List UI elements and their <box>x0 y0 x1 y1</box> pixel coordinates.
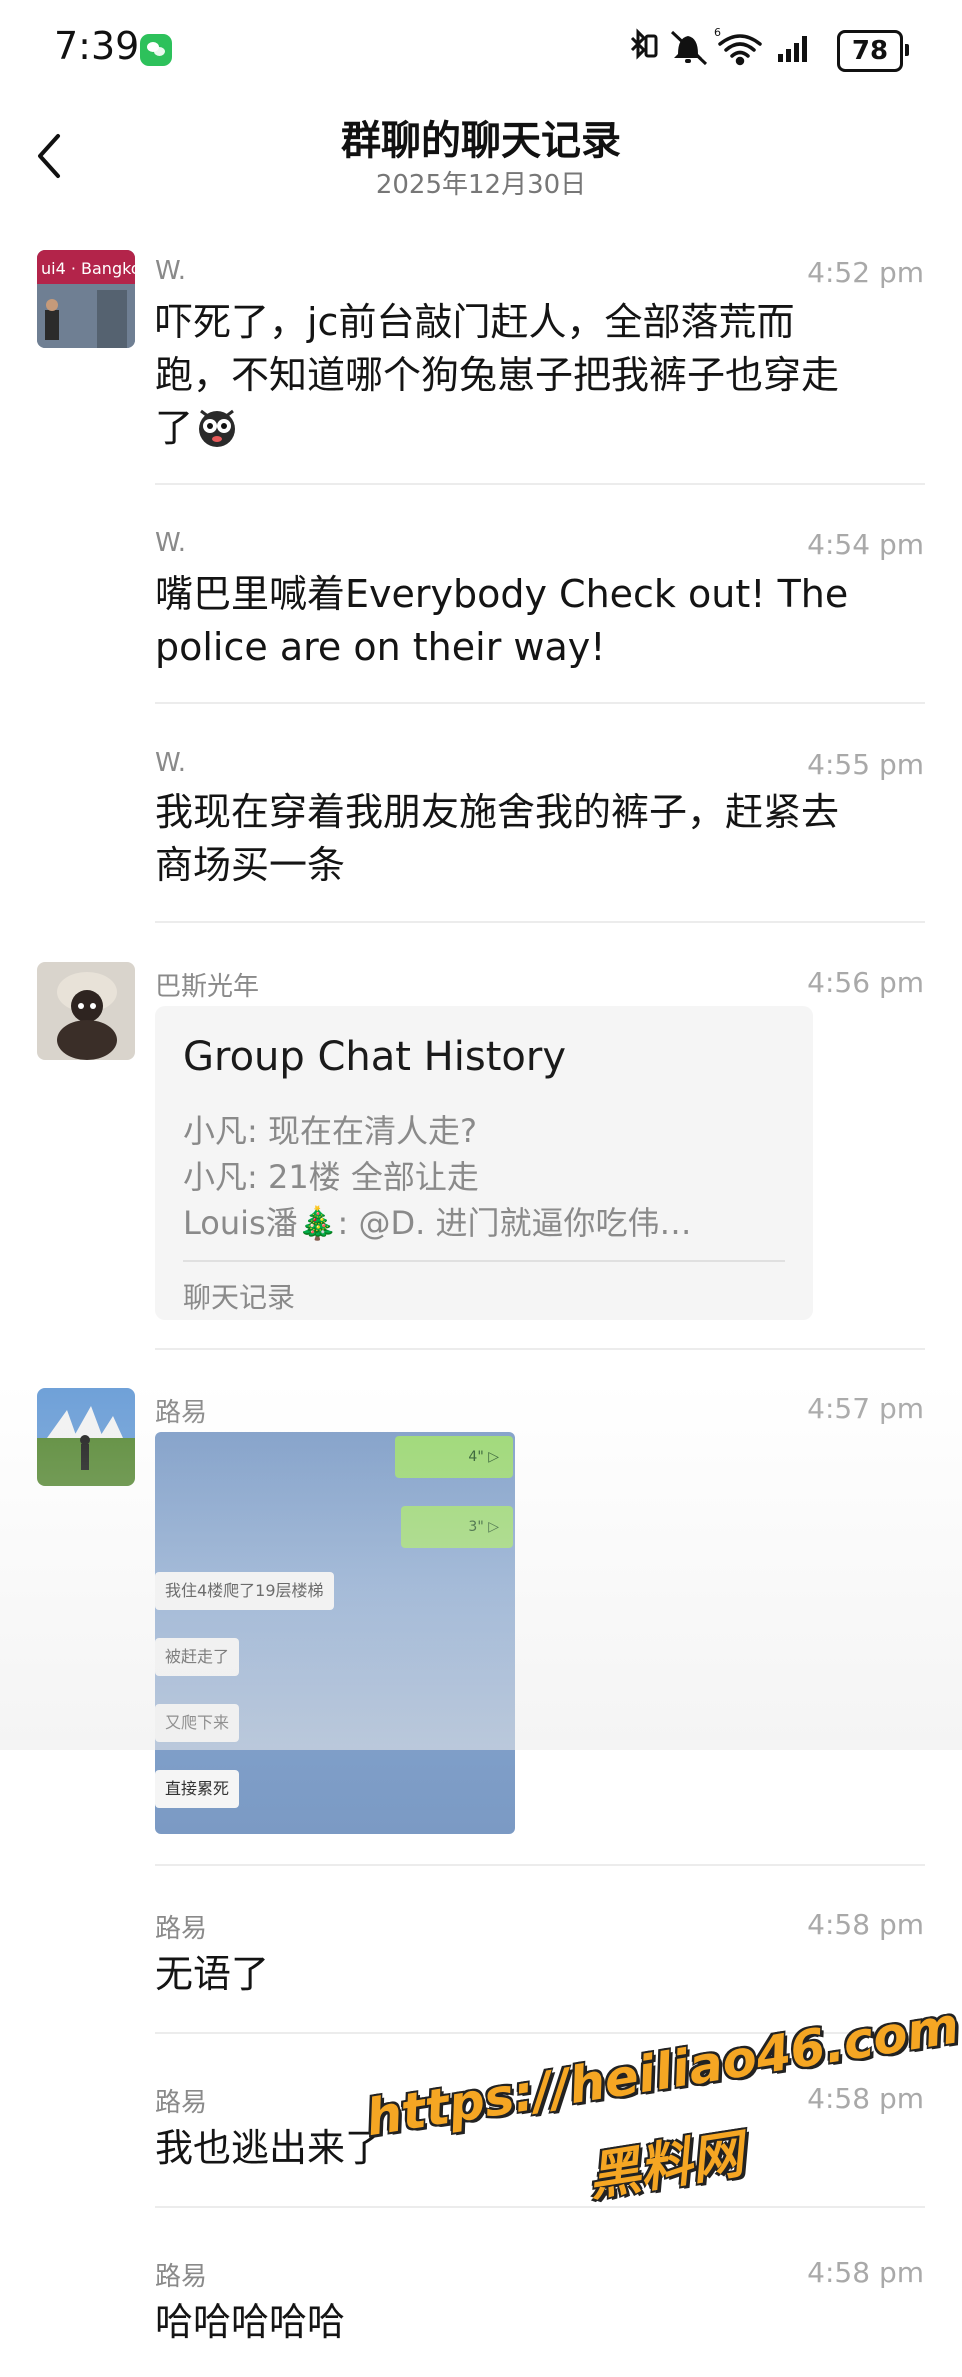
message-time: 4:58 pm <box>807 2256 924 2289</box>
message-text[interactable]: 吓死了，jc前台敲门赶人，全部落荒而 跑，不知道哪个狗兔崽子把我裤子也穿走 了 <box>155 296 915 455</box>
image-chat-bubble: 又爬下来 <box>155 1704 240 1742</box>
watermark-name: 黑料网 <box>583 2124 748 2209</box>
card-title: Group Chat History <box>183 1034 566 1080</box>
image-voice-bubble: 4" ▷ <box>395 1436 513 1478</box>
page-title: 群聊的聊天记录 <box>341 118 621 164</box>
status-bar: 7:39 6 78 <box>0 0 962 100</box>
scared-emoji-icon <box>199 409 236 447</box>
message-time: 4:58 pm <box>807 1908 924 1941</box>
card-divider <box>183 1260 785 1262</box>
sender-name: 路易 <box>155 2262 208 2292</box>
message-time: 4:57 pm <box>807 1392 924 1425</box>
sender-name: W. <box>155 748 186 778</box>
card-preview-line: 小凡: 21楼 全部让走 <box>183 1158 479 1196</box>
message-time: 4:54 pm <box>807 528 924 561</box>
message-time: 4:52 pm <box>807 256 924 289</box>
signal-badge: 6 <box>714 26 721 39</box>
avatar[interactable] <box>37 962 135 1060</box>
sender-name: W. <box>155 256 186 286</box>
avatar[interactable] <box>37 1388 135 1486</box>
page-date: 2025年12月30日 <box>375 170 587 200</box>
battery-indicator: 78 <box>837 30 909 72</box>
signal-icon <box>778 36 807 62</box>
divider <box>155 1864 925 1866</box>
avatar[interactable]: ui4 · Bangkok <box>37 250 135 348</box>
message-text[interactable]: 我现在穿着我朋友施舍我的裤子，赶紧去 商场买一条 <box>155 786 915 892</box>
message-text[interactable]: 嘴巴里喊着Everybody Check out! The police are… <box>155 568 915 674</box>
message-text[interactable]: 无语了 <box>155 1948 915 2001</box>
sender-name: 路易 <box>155 1914 208 1944</box>
card-preview-line: Louis潘🎄: @D. 进门就逼你吃伟… <box>183 1204 692 1242</box>
sender-name: 路易 <box>155 2088 208 2118</box>
divider <box>155 1348 925 1350</box>
divider <box>155 702 925 704</box>
image-chat-bubble: 我住4楼爬了19层楼梯 <box>155 1572 334 1610</box>
card-footer: 聊天记录 <box>183 1281 296 1314</box>
message-time: 4:56 pm <box>807 966 924 999</box>
divider <box>155 921 925 923</box>
wifi-icon <box>718 34 762 66</box>
chat-history-card[interactable]: Group Chat History 小凡: 现在在清人走? 小凡: 21楼 全… <box>155 1006 813 1320</box>
svg-text:ui4 · Bangkok: ui4 · Bangkok <box>41 259 135 278</box>
image-voice-bubble: 3" ▷ <box>401 1506 513 1548</box>
bluetooth-icon <box>630 28 658 60</box>
mute-icon <box>670 30 708 66</box>
message-time: 4:55 pm <box>807 748 924 781</box>
status-time: 7:39 <box>54 24 140 68</box>
divider <box>155 483 925 485</box>
card-preview-line: 小凡: 现在在清人走? <box>183 1112 477 1150</box>
sender-name: 巴斯光年 <box>155 972 260 1002</box>
image-chat-bubble: 被赶走了 <box>155 1638 240 1676</box>
image-chat-bubble: 直接累死 <box>155 1770 240 1808</box>
message-image[interactable]: 4" ▷ 3" ▷ 我住4楼爬了19层楼梯 被赶走了 又爬下来 直接累死 <box>155 1432 515 1834</box>
sender-name: W. <box>155 528 186 558</box>
sender-name: 路易 <box>155 1398 208 1428</box>
wechat-icon <box>140 34 172 66</box>
